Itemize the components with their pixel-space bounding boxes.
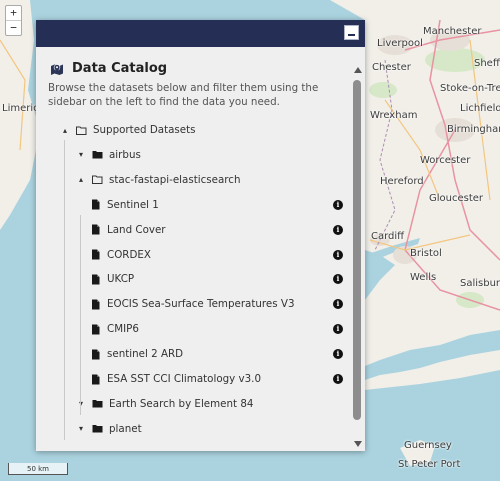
tree-item-label: EOCIS Sea-Surface Temperatures V3	[107, 298, 295, 311]
place-label: Wells	[410, 272, 437, 283]
place-label: Guernsey	[404, 440, 452, 451]
place-label: Birmingham	[447, 124, 500, 135]
tree-item-label: Earth Search by Element 84	[109, 397, 254, 410]
tree-item[interactable]: ▴ Supported Datasets	[60, 120, 196, 140]
folder-open-icon	[76, 126, 87, 135]
folder-open-icon	[92, 175, 103, 185]
zoom-in-button[interactable]: +	[6, 6, 21, 20]
info-icon[interactable]: i	[333, 224, 343, 235]
place-label: Hereford	[380, 176, 424, 187]
tree-item[interactable]: UKCP	[90, 269, 134, 289]
tree-item[interactable]: ▾ Earth Search by Element 84	[76, 394, 253, 414]
minimize-button[interactable]	[344, 25, 359, 40]
scale-bar: 50 km	[8, 463, 68, 475]
tree-item[interactable]: ▴ stac-fastapi-elasticsearch	[76, 170, 241, 190]
tree-item-label: CORDEX	[107, 248, 151, 261]
place-label: St Peter Port	[398, 459, 461, 470]
info-icon[interactable]: i	[333, 349, 343, 360]
place-label: Cardiff	[371, 231, 405, 242]
tree-item-label: Land Cover	[107, 223, 166, 236]
scrollbar-thumb[interactable]	[353, 80, 361, 420]
tree-item[interactable]: sentinel 2 ARD	[90, 344, 183, 364]
panel-header	[36, 20, 365, 47]
file-icon	[92, 299, 100, 310]
tree-guide-line	[64, 140, 65, 440]
tree-item-label: stac-fastapi-elasticsearch	[109, 173, 241, 186]
folder-icon	[92, 425, 103, 433]
tree-item[interactable]: ▾ airbus	[76, 145, 141, 165]
tree-guide-line	[80, 215, 81, 415]
tree-item-label: UKCP	[107, 273, 135, 286]
panel-description: Browse the datasets below and filter the…	[48, 82, 319, 108]
file-icon	[92, 274, 100, 285]
folder-icon	[92, 151, 103, 159]
file-icon	[92, 324, 100, 335]
map-marker-icon	[51, 63, 63, 75]
place-label: Lichfield	[460, 103, 500, 114]
info-icon[interactable]: i	[333, 299, 343, 310]
place-label: Salisbury	[460, 278, 500, 289]
folder-icon	[92, 400, 103, 408]
info-icon[interactable]: i	[333, 199, 343, 210]
chevron-up-icon[interactable]: ▴	[76, 175, 86, 184]
place-label: Stoke-on-Trent	[440, 83, 500, 94]
tree-item[interactable]: CORDEX	[90, 245, 151, 265]
place-label: Wrexham	[370, 110, 418, 121]
chevron-down-icon[interactable]: ▾	[76, 424, 86, 433]
page-title: Data Catalog	[72, 61, 168, 76]
place-label: Manchester	[423, 26, 482, 37]
scroll-down-arrow-icon[interactable]	[354, 441, 362, 447]
tree-item[interactable]: CMIP6	[90, 319, 139, 339]
file-icon	[92, 199, 100, 210]
zoom-out-button[interactable]: −	[6, 20, 21, 35]
info-icon[interactable]: i	[333, 374, 343, 384]
place-label: Liverpool	[377, 38, 423, 49]
tree-item[interactable]: EOCIS Sea-Surface Temperatures V3	[90, 294, 295, 314]
tree-item-label: ESA SST CCI Climatology v3.0	[107, 373, 261, 385]
chevron-down-icon[interactable]: ▾	[76, 150, 86, 159]
place-label: Sheffield	[474, 58, 500, 69]
tree-item[interactable]: ESA SST CCI Climatology v3.0	[90, 369, 261, 389]
info-icon[interactable]: i	[333, 274, 343, 285]
file-icon	[92, 224, 100, 235]
place-label: Worcester	[420, 155, 471, 166]
file-icon	[92, 349, 100, 360]
tree-item[interactable]: Land Cover	[90, 220, 166, 240]
zoom-control: + −	[5, 5, 22, 36]
tree-item[interactable]: Sentinel 1	[90, 195, 159, 215]
chevron-up-icon[interactable]: ▴	[60, 126, 70, 135]
tree-item-label: Supported Datasets	[93, 124, 196, 136]
chevron-down-icon[interactable]: ▾	[76, 399, 86, 408]
scrollbar[interactable]	[352, 67, 364, 447]
data-catalog-panel: Data Catalog Browse the datasets below a…	[36, 20, 365, 451]
tree-item-label: airbus	[109, 148, 141, 161]
place-label: Chester	[372, 62, 411, 73]
tree-item-label: CMIP6	[107, 323, 139, 336]
file-icon	[92, 374, 100, 384]
tree-item-label: sentinel 2 ARD	[107, 348, 184, 361]
info-icon[interactable]: i	[333, 249, 343, 260]
tree-item-label: Sentinel 1	[107, 198, 159, 211]
scroll-up-arrow-icon[interactable]	[354, 67, 362, 73]
place-label: Bristol	[410, 248, 442, 259]
place-label: Gloucester	[429, 193, 484, 204]
tree-item-label: planet	[109, 422, 142, 435]
panel-title-row: Data Catalog	[50, 61, 167, 76]
info-icon[interactable]: i	[333, 324, 343, 335]
file-icon	[92, 249, 100, 260]
tree-item[interactable]: ▾ planet	[76, 419, 142, 439]
